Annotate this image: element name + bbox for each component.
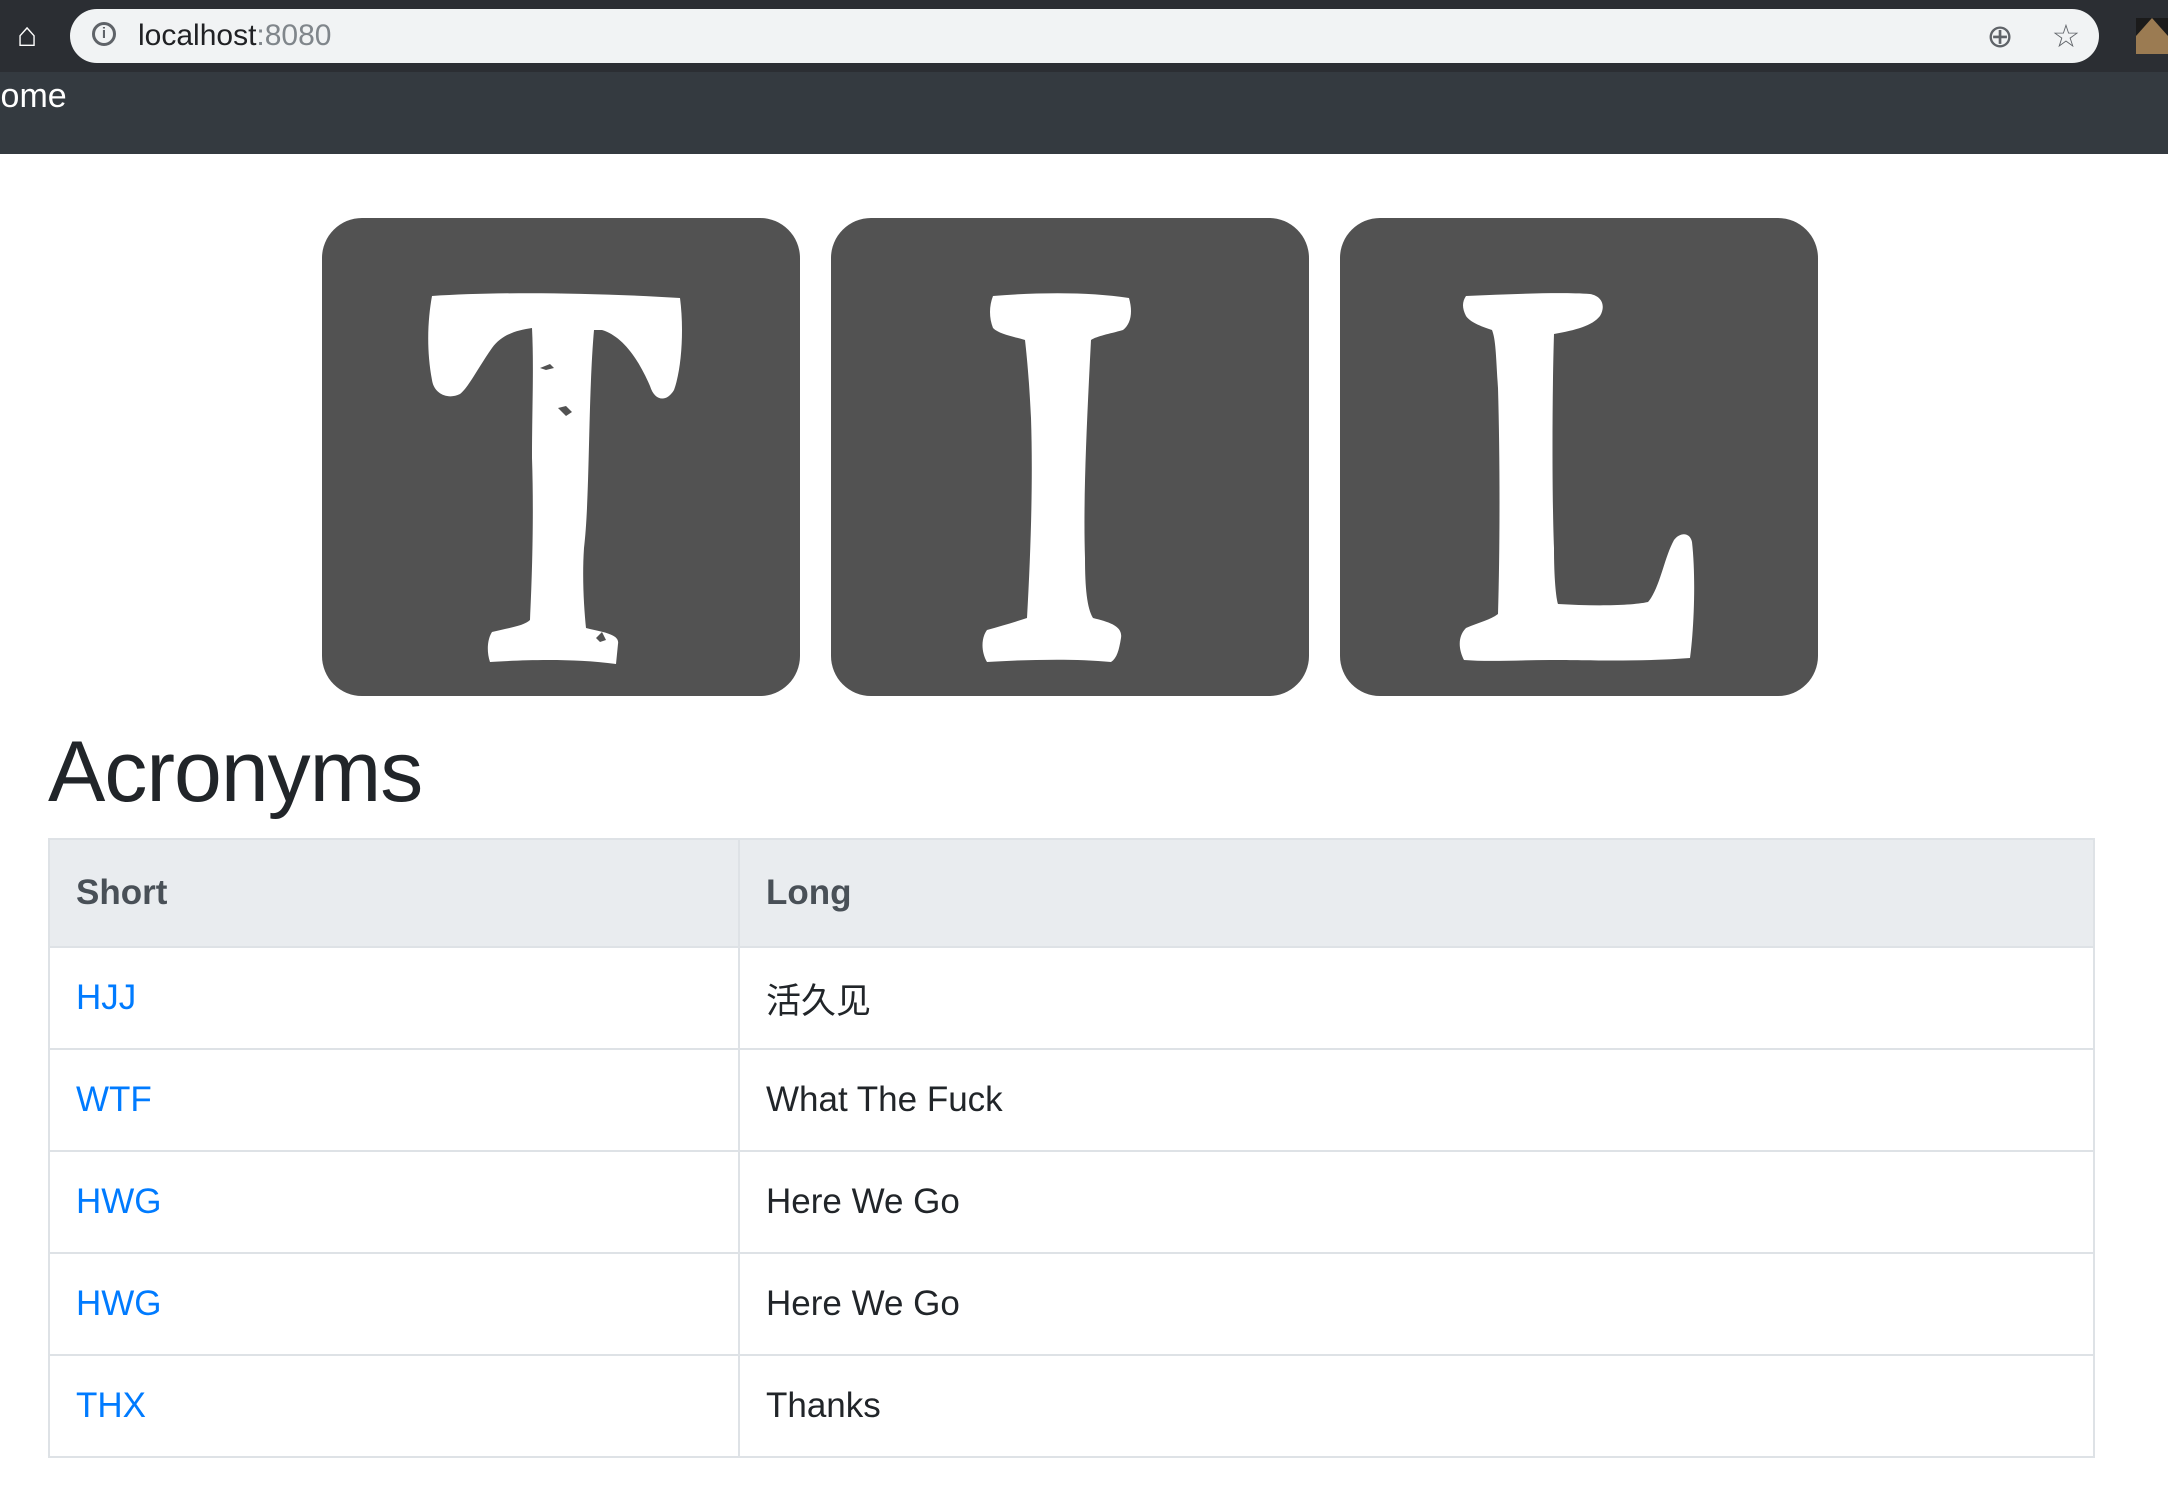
table-header-row: Short Long	[48, 838, 2095, 948]
logo-tile-l	[1340, 218, 1818, 696]
column-header-long: Long	[738, 838, 2095, 948]
letter-i-glyph	[982, 293, 1131, 662]
url-port: :8080	[256, 19, 332, 52]
home-icon[interactable]: ⌂	[10, 18, 44, 52]
letter-l-glyph	[1459, 293, 1695, 661]
zoom-icon[interactable]: ⊕	[1983, 19, 2017, 53]
short-cell: HJJ	[48, 946, 740, 1050]
table-row: HWG Here We Go	[48, 1252, 2095, 1356]
long-cell: Here We Go	[738, 1252, 2095, 1356]
nav-home-link[interactable]: Home	[0, 76, 67, 116]
url-host: localhost	[138, 19, 257, 52]
address-bar[interactable]: i localhost:8080 ⊕ ☆	[70, 9, 2099, 63]
short-cell: WTF	[48, 1048, 740, 1152]
info-icon[interactable]: i	[92, 22, 116, 46]
column-header-short: Short	[48, 838, 740, 948]
star-icon[interactable]: ☆	[2049, 19, 2083, 53]
table-row: WTF What The Fuck	[48, 1048, 2095, 1152]
logo-tile-i	[831, 218, 1309, 696]
table-row: THX Thanks	[48, 1354, 2095, 1458]
til-logo	[322, 218, 1818, 698]
acronym-link[interactable]: HJJ	[76, 978, 136, 1017]
acronym-link[interactable]: HWG	[76, 1182, 162, 1221]
page-title: Acronyms	[48, 724, 423, 820]
long-cell: 活久见	[738, 946, 2095, 1050]
acronym-link[interactable]: WTF	[76, 1080, 152, 1119]
acronyms-table: Short Long HJJ 活久见 WTF What The Fuck HWG…	[48, 838, 2095, 1458]
extension-icon[interactable]	[2136, 18, 2168, 54]
table-row: HWG Here We Go	[48, 1150, 2095, 1254]
long-cell: Thanks	[738, 1354, 2095, 1458]
logo-tile-t	[322, 218, 800, 696]
browser-toolbar: ⌂ i localhost:8080 ⊕ ☆	[0, 0, 2168, 72]
table-row: HJJ 活久见	[48, 946, 2095, 1050]
short-cell: HWG	[48, 1150, 740, 1254]
acronym-link[interactable]: THX	[76, 1386, 146, 1425]
url-text: localhost:8080	[138, 19, 331, 53]
short-cell: THX	[48, 1354, 740, 1458]
short-cell: HWG	[48, 1252, 740, 1356]
long-cell: What The Fuck	[738, 1048, 2095, 1152]
long-cell: Here We Go	[738, 1150, 2095, 1254]
acronym-link[interactable]: HWG	[76, 1284, 162, 1323]
letter-t-glyph	[428, 293, 682, 664]
navbar: Home	[0, 72, 2168, 154]
